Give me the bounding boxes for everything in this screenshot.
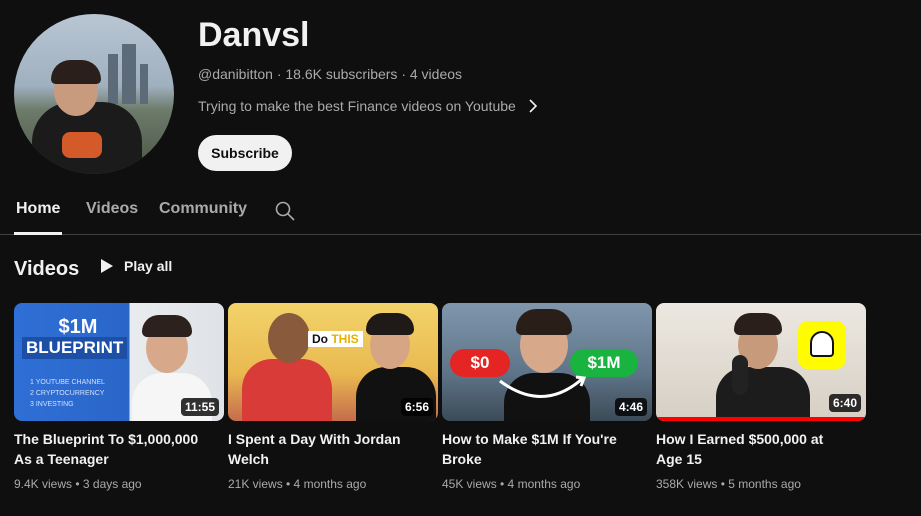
subscribe-button[interactable]: Subscribe [198,135,292,171]
thumbnail-text: BLUEPRINT [22,337,128,359]
video-title[interactable]: I Spent a Day With Jordan Welch [228,429,438,469]
video-title-line: The Blueprint To $1,000,000 [14,431,199,447]
avatar-building [122,44,136,104]
video-duration: 6:40 [828,394,861,412]
video-thumbnail[interactable]: Do THIS 6:56 [228,303,438,421]
video-duration: 6:56 [400,398,433,416]
video-title-line: Welch [228,451,269,467]
thumbnail-list-item: 3 INVESTING [30,401,74,408]
arrow-icon [499,375,587,398]
channel-page: Danvsl @danibitton · 18.6K subscribers ·… [0,0,921,516]
thumbnail-person-hair [142,315,192,337]
avatar-building [140,64,148,104]
avatar-shirt-print [62,132,102,158]
thumbnail-list-item: 1 YOUTUBE CHANNEL [30,379,105,386]
watch-progress-bar [656,417,866,421]
video-thumbnail[interactable]: $0 $1M 4:46 [442,303,652,421]
video-title[interactable]: The Blueprint To $1,000,000 As a Teenage… [14,429,224,469]
thumbnail-list-item: 2 CRYPTOCURRENCY [30,390,105,397]
thumbnail-list: 1 YOUTUBE CHANNEL 2 CRYPTOCURRENCY 3 INV… [30,377,105,410]
thumbnail-person-hair [516,309,572,335]
play-all-button[interactable]: Play all [100,258,172,274]
video-duration: 4:46 [614,398,647,416]
search-icon[interactable] [274,200,296,222]
video-meta: 9.4K views • 3 days ago [14,477,142,491]
video-meta: 45K views • 4 months ago [442,477,581,491]
video-duration: 11:55 [180,398,219,416]
video-thumbnail[interactable]: $1M BLUEPRINT 1 YOUTUBE CHANNEL 2 CRYPTO… [14,303,224,421]
thumbnail-text: $1M [58,316,98,338]
avatar-building [108,54,118,104]
section-title: Videos [14,258,80,280]
video-title-line: Broke [442,451,482,467]
channel-avatar[interactable] [14,14,174,174]
video-title-line: How to Make $1M If You're [442,431,617,447]
video-title-line: I Spent a Day With Jordan [228,431,401,447]
channel-description-text: Trying to make the best Finance videos o… [198,98,516,114]
channel-name: Danvsl [198,16,310,54]
thumbnail-person-face [268,313,310,363]
channel-description[interactable]: Trying to make the best Finance videos o… [198,98,538,114]
video-card[interactable]: $0 $1M 4:46 How to Make $1M If You're Br… [442,303,652,491]
thumbnail-person [242,359,332,421]
video-card[interactable]: 6:40 How I Earned $500,000 at Age 15 358… [656,303,866,491]
thumbnail-person-hair [734,313,782,335]
play-all-label: Play all [124,258,173,274]
microphone-icon [732,355,748,395]
video-meta: 358K views • 5 months ago [656,477,801,491]
tab-community[interactable]: Community [159,200,247,218]
video-title-line: As a Teenager [14,451,109,467]
thumbnail-person-hair [366,313,414,335]
thumbnail-text: Do THIS [308,331,363,347]
active-tab-indicator [14,232,62,235]
video-card[interactable]: $1M BLUEPRINT 1 YOUTUBE CHANNEL 2 CRYPTO… [14,303,224,491]
video-title-line: Age 15 [656,451,702,467]
tab-videos[interactable]: Videos [86,200,138,218]
video-title-line: How I Earned $500,000 at [656,431,824,447]
play-icon [101,259,113,273]
video-title[interactable]: How to Make $1M If You're Broke [442,429,652,469]
video-title[interactable]: How I Earned $500,000 at Age 15 [656,429,866,469]
video-meta: 21K views • 4 months ago [228,477,367,491]
avatar-hair [51,60,101,84]
video-card[interactable]: Do THIS 6:56 I Spent a Day With Jordan W… [228,303,438,491]
channel-meta: @danibitton · 18.6K subscribers · 4 vide… [198,66,463,82]
tab-home[interactable]: Home [16,200,60,218]
thumbnail-person [716,367,810,421]
video-thumbnail[interactable]: 6:40 [656,303,866,421]
chevron-right-icon [529,99,537,113]
snapchat-ghost-icon [810,331,834,357]
channel-tabs: Home Videos Community [0,190,921,235]
